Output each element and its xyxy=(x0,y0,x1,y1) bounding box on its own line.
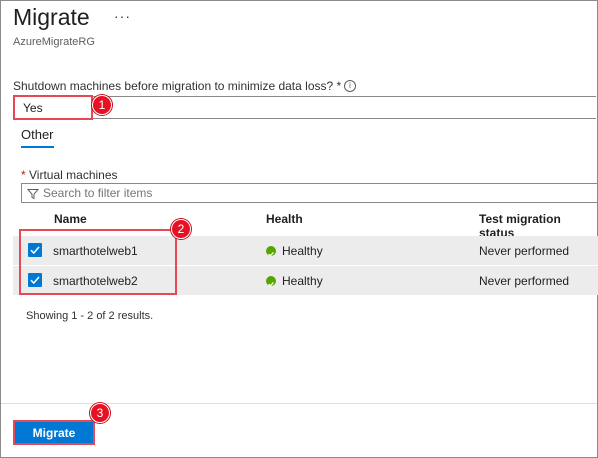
callout-badge-3: 3 xyxy=(90,403,110,423)
required-marker: * xyxy=(21,168,26,182)
info-icon[interactable]: i xyxy=(344,80,356,92)
callout-badge-1: 1 xyxy=(92,95,112,115)
virtual-machines-label-text: Virtual machines xyxy=(29,168,118,182)
column-header-health[interactable]: Health xyxy=(266,212,303,226)
funnel-icon xyxy=(26,187,40,205)
results-count: Showing 1 - 2 of 2 results. xyxy=(26,310,154,322)
shutdown-label: Shutdown machines before migration to mi… xyxy=(13,79,342,93)
filter-box[interactable] xyxy=(21,183,598,203)
callout-badge-2: 2 xyxy=(171,219,191,239)
health-status: Healthy xyxy=(282,244,323,258)
footer-divider xyxy=(1,403,597,404)
callout-box-2 xyxy=(19,229,177,295)
callout-box-3 xyxy=(13,420,95,445)
healthy-check-icon xyxy=(266,276,276,287)
resource-group-subtitle: AzureMigrateRG xyxy=(13,36,95,48)
tab-other[interactable]: Other xyxy=(21,127,54,142)
column-header-name[interactable]: Name xyxy=(54,212,87,226)
test-migration-status: Never performed xyxy=(479,274,570,288)
callout-box-1 xyxy=(13,95,93,120)
page-title: Migrate xyxy=(13,4,90,30)
healthy-check-icon xyxy=(266,246,276,257)
tab-active-indicator xyxy=(21,146,54,148)
test-migration-status: Never performed xyxy=(479,244,570,258)
more-options-button[interactable]: ··· xyxy=(114,8,131,24)
filter-input[interactable] xyxy=(43,186,343,200)
virtual-machines-label: * Virtual machines xyxy=(21,168,118,182)
health-status: Healthy xyxy=(282,274,323,288)
